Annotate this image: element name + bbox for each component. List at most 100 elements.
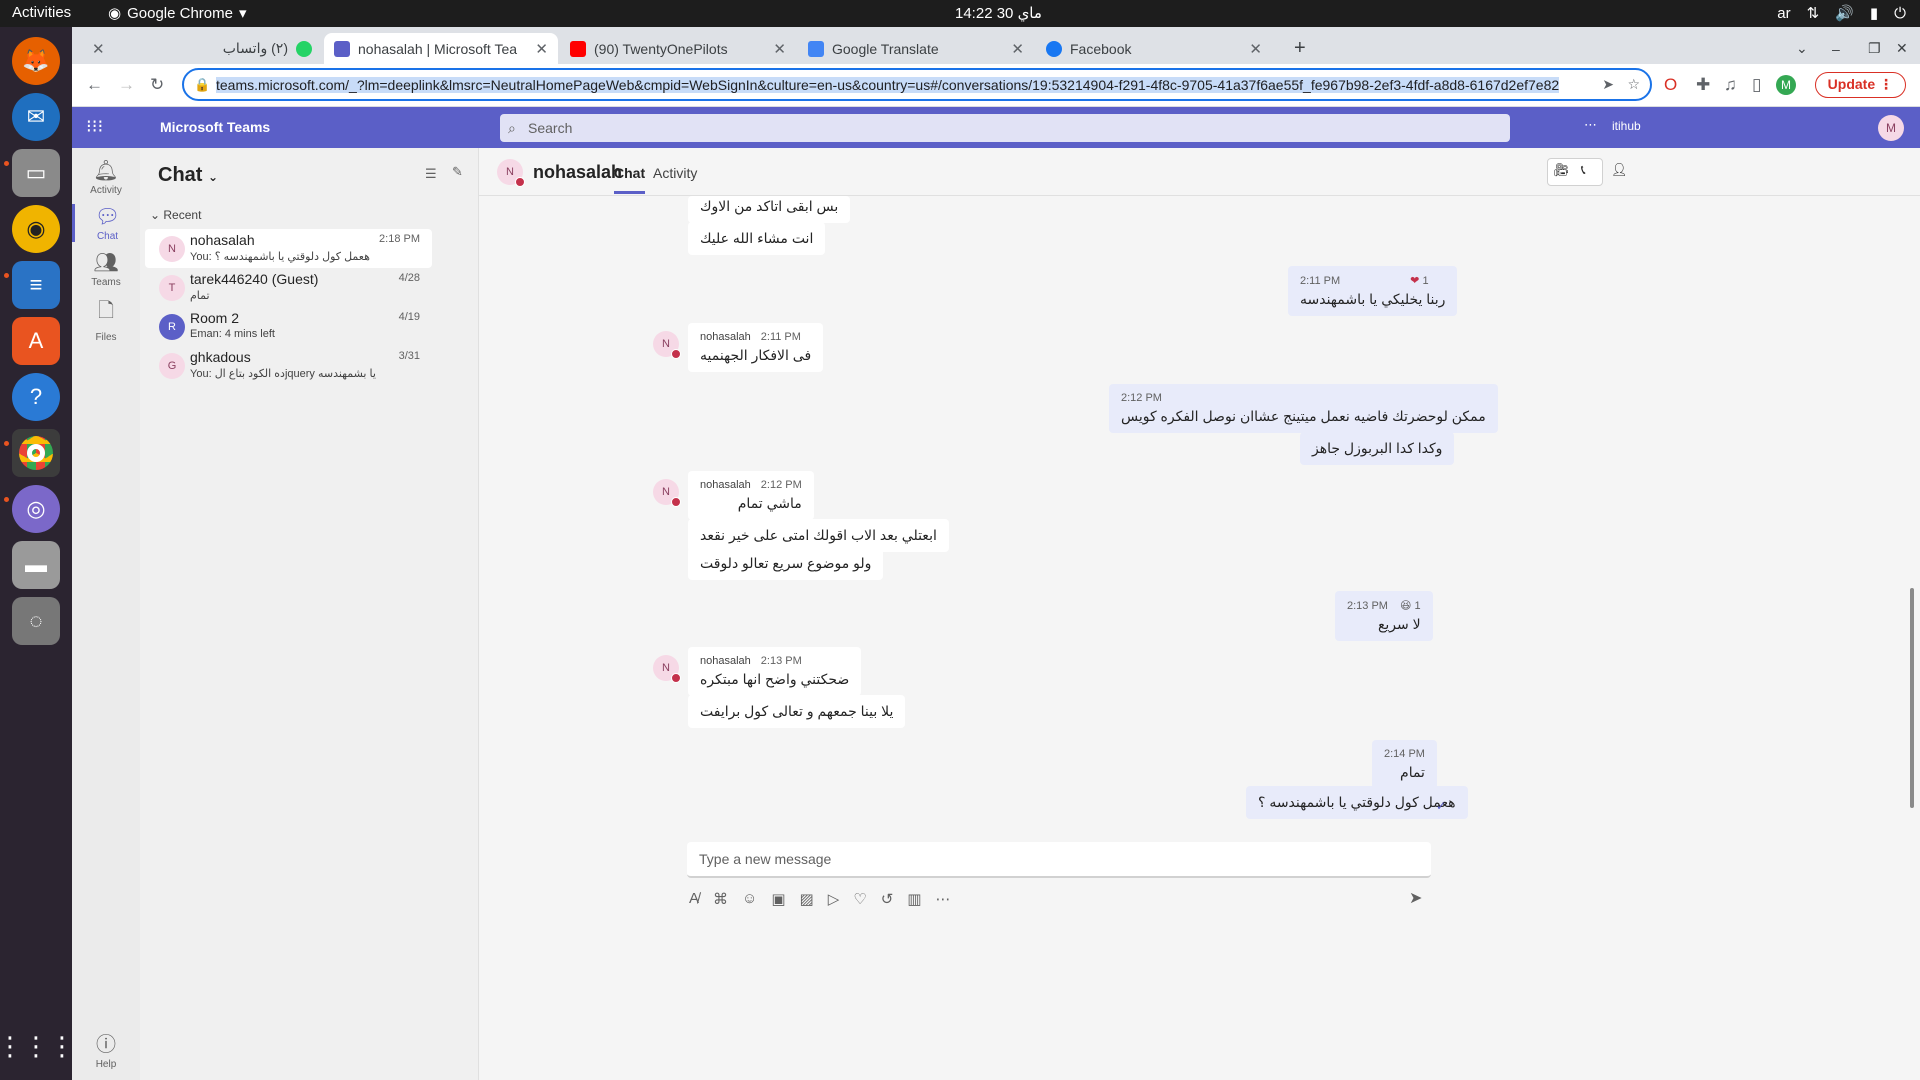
tab-teams[interactable]: nohasalah | Microsoft Tea ✕: [324, 33, 558, 64]
message[interactable]: nohasalah 2:13 PM ضحكتني واضح انها مبتكره: [688, 647, 862, 696]
app-launcher-icon[interactable]: ⁝⁝⁝: [86, 116, 103, 137]
format-icon[interactable]: A̸: [689, 890, 699, 908]
address-bar[interactable]: 🔒 teams.microsoft.com/_?lm=deeplink&lmsr…: [182, 68, 1652, 101]
message[interactable]: ولو موضوع سريع تعالو دلوقت: [688, 547, 884, 580]
tab-youtube[interactable]: (90) TwentyOnePilots ✕: [560, 33, 796, 64]
tab-search-icon[interactable]: ⌄: [1786, 33, 1818, 64]
clock[interactable]: 14:22 30 ماي: [955, 4, 1042, 22]
org-name[interactable]: itihub: [1612, 119, 1641, 133]
update-button[interactable]: Update ⋮: [1814, 72, 1906, 98]
tab-chat[interactable]: Chat: [614, 165, 646, 194]
disk-icon[interactable]: ◌: [12, 597, 60, 645]
recent-section[interactable]: ⌄ Recent: [150, 208, 201, 222]
my-message[interactable]: 2:13 PM 😆 1 لا سريع: [1335, 591, 1433, 641]
close-icon[interactable]: ✕: [1011, 40, 1024, 58]
rhythmbox-icon[interactable]: ◉: [12, 205, 60, 253]
close-icon[interactable]: ✕: [92, 40, 105, 58]
tab-facebook[interactable]: Facebook ✕: [1036, 33, 1272, 64]
writer-icon[interactable]: ≡: [12, 261, 60, 309]
search-input[interactable]: ⌕ Search: [500, 114, 1510, 142]
rail-chat[interactable]: 💬︎ Chat: [72, 204, 140, 242]
minimize-icon[interactable]: –: [1822, 33, 1850, 64]
app-menu[interactable]: ◉ Google Chrome ▾: [108, 4, 247, 23]
chat-row[interactable]: Ttarek446240 (Guest) تمام 4/28: [145, 268, 432, 307]
my-message[interactable]: وكدا كدا البربوزل جاهز: [1300, 432, 1455, 465]
close-icon[interactable]: ✕: [1249, 40, 1262, 58]
activities-button[interactable]: Activities: [12, 4, 71, 21]
my-message[interactable]: 2:11 PM ❤ 1 ربنا يخليكي يا باشمهندسه: [1288, 266, 1458, 316]
media-icon[interactable]: ♫: [1724, 75, 1737, 95]
avatar[interactable]: N: [653, 331, 681, 359]
side-panel-icon[interactable]: ▯: [1752, 75, 1761, 95]
sticker-icon[interactable]: ▨: [800, 890, 814, 908]
audio-call-icon[interactable]: 📞︎: [1581, 162, 1586, 178]
rail-help[interactable]: ⓘ Help: [72, 1028, 140, 1070]
send-message-icon[interactable]: ➤: [1409, 888, 1422, 908]
close-icon[interactable]: ✕: [773, 40, 786, 58]
message[interactable]: بس ابقى اتاكد من الاوك: [688, 196, 851, 223]
drive-icon[interactable]: ▬: [12, 541, 60, 589]
rail-activity[interactable]: 🔔︎ Activity: [72, 158, 140, 196]
files-icon[interactable]: ▭: [12, 149, 60, 197]
loop-icon[interactable]: ↺: [881, 890, 894, 908]
more-options-icon[interactable]: ⋯: [1584, 117, 1597, 133]
star-icon[interactable]: ☆: [1627, 76, 1640, 93]
my-message[interactable]: هعمل كول دلوقتي يا باشمهندسه ؟: [1246, 786, 1468, 819]
attach-icon[interactable]: ⌘: [713, 890, 728, 908]
heart-reaction-icon[interactable]: ❤: [1410, 275, 1419, 287]
chat-list-title[interactable]: Chat ⌄: [158, 164, 218, 187]
compose-toolbar: A̸ ⌘ ☺ ▣ ▨ ▷ ♡ ↺ ▥ ⋯: [689, 890, 950, 908]
apps-icon[interactable]: ▥: [907, 890, 921, 908]
show-apps-icon[interactable]: ⋮⋮⋮: [0, 1022, 75, 1070]
emoji-icon[interactable]: ☺: [742, 890, 757, 908]
chrome-dock-icon[interactable]: [12, 429, 60, 477]
message-input[interactable]: Type a new message: [687, 842, 1431, 878]
teams-header: ⁝⁝⁝ Microsoft Teams ⌕ Search ⋯ itihub M: [72, 107, 1920, 148]
profile-avatar[interactable]: M: [1776, 75, 1796, 95]
tab-translate[interactable]: Google Translate ✕: [798, 33, 1034, 64]
more-icon[interactable]: ⋯: [935, 890, 950, 908]
message[interactable]: انت مشاء الله عليك: [688, 222, 826, 255]
schedule-icon[interactable]: ▷: [828, 890, 840, 908]
avatar[interactable]: N: [497, 159, 525, 187]
avatar[interactable]: N: [653, 479, 681, 507]
software-center-icon[interactable]: A: [12, 317, 60, 365]
message[interactable]: يلا بينا جمعهم و تعالى كول برايفت: [688, 695, 906, 728]
forward-icon[interactable]: →: [118, 75, 135, 95]
tab-activity[interactable]: Activity: [653, 165, 697, 181]
tab-whatsapp[interactable]: (٢) واتساب ✕: [82, 33, 322, 64]
chat-row[interactable]: Gghkadous You: ده الكود بتاع الjquery يا …: [145, 346, 432, 385]
video-call-icon[interactable]: 🎥︎: [1553, 162, 1570, 178]
add-people-icon[interactable]: 👤︎: [1611, 162, 1628, 178]
help-icon[interactable]: ?: [12, 373, 60, 421]
laugh-reaction-icon[interactable]: 😆: [1400, 600, 1411, 612]
language-indicator[interactable]: ar: [1777, 5, 1790, 22]
thunderbird-icon[interactable]: ✉: [12, 93, 60, 141]
rail-teams[interactable]: 👥︎ Teams: [72, 250, 140, 288]
message[interactable]: nohasalah 2:11 PM فى الافكار الجهنميه: [688, 323, 824, 372]
new-chat-icon[interactable]: ✎: [452, 164, 463, 180]
my-message[interactable]: 2:12 PM ممكن لوحضرتك فاضيه نعمل ميتينج عش…: [1109, 384, 1498, 433]
chat-row[interactable]: R Room 2 Eman: 4 mins left 4/19: [145, 307, 432, 346]
reload-icon[interactable]: ↻: [150, 75, 164, 95]
send-icon[interactable]: ➤: [1602, 76, 1614, 93]
new-tab-button[interactable]: +: [1284, 33, 1316, 64]
praise-icon[interactable]: ♡: [853, 890, 866, 908]
user-avatar[interactable]: M: [1878, 115, 1904, 141]
filter-icon[interactable]: ☰: [425, 166, 437, 182]
browser-icon[interactable]: ◎: [12, 485, 60, 533]
opera-icon[interactable]: O: [1664, 75, 1677, 95]
gif-icon[interactable]: ▣: [771, 890, 785, 908]
message[interactable]: nohasalah 2:12 PM ماشي تمام: [688, 471, 814, 520]
close-icon[interactable]: ✕: [535, 40, 548, 58]
extensions-icon[interactable]: ✚: [1696, 75, 1710, 95]
close-window-icon[interactable]: ✕: [1886, 33, 1918, 64]
avatar[interactable]: N: [653, 655, 681, 683]
back-icon[interactable]: ←: [86, 75, 103, 95]
rail-files[interactable]: 🗋 Files: [72, 296, 140, 343]
chat-row[interactable]: Nnohasalah You: هعمل كول دلوقتي يا باشمهن…: [145, 229, 432, 268]
scrollbar[interactable]: [1910, 588, 1914, 808]
firefox-icon[interactable]: 🦊: [12, 37, 60, 85]
my-message[interactable]: 2:14 PM تمام: [1372, 740, 1437, 789]
system-tray[interactable]: ar ⇅ 🔊 ▮ ⏻: [1777, 4, 1906, 23]
